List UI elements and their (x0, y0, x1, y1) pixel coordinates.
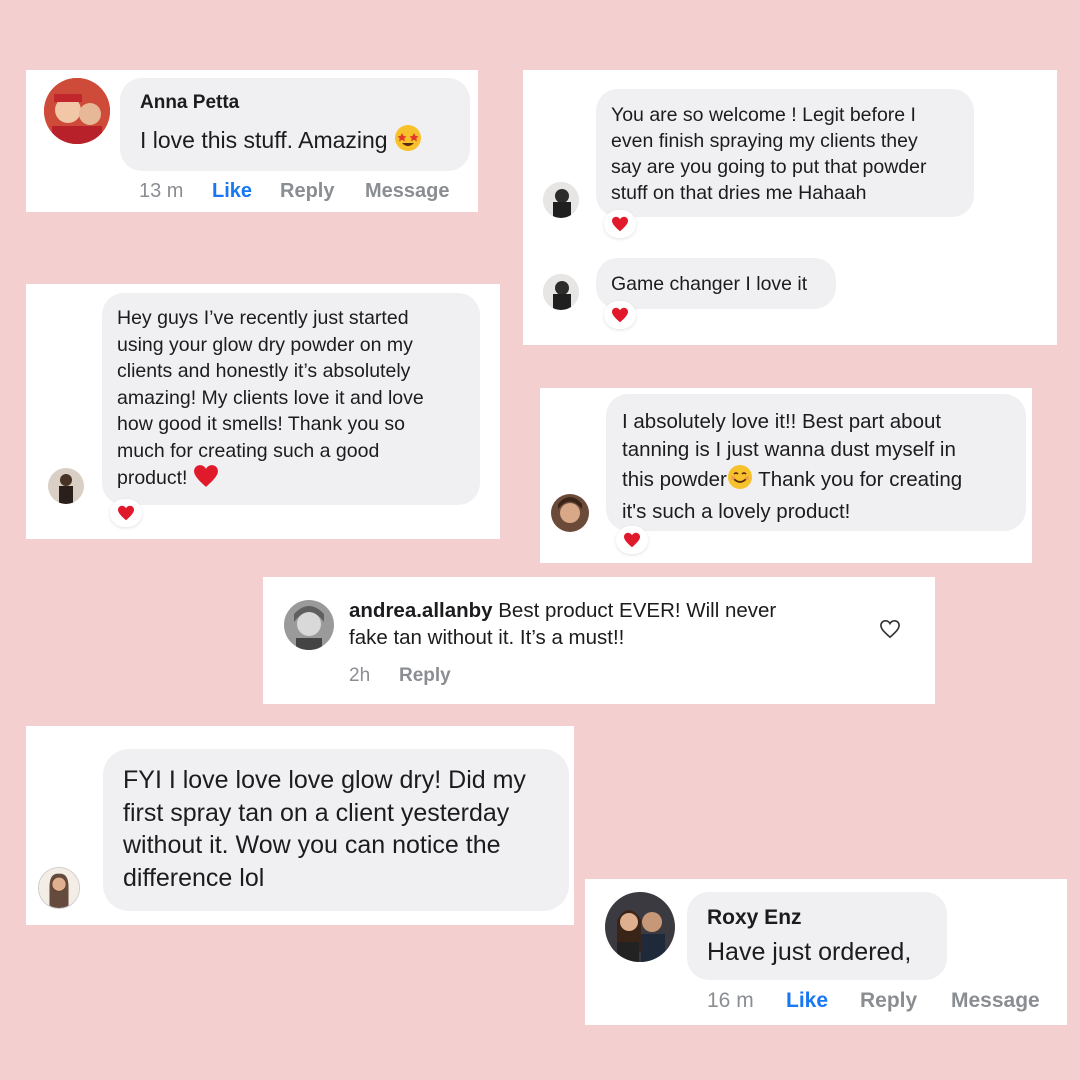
comment-text: You are so welcome ! Legit before I even… (611, 104, 927, 204)
avatar[interactable] (543, 182, 579, 218)
reply-button[interactable]: Reply (399, 665, 451, 687)
commenter-name[interactable]: Anna Petta (140, 92, 450, 114)
comment-bubble: FYI I love love love glow dry! Did my fi… (103, 749, 569, 911)
comment-text: andrea.allanby Best product EVER! Will n… (349, 599, 777, 649)
heart-outline-icon[interactable] (879, 619, 901, 639)
commenter-name[interactable]: Roxy Enz (707, 906, 927, 930)
timestamp: 13 m (139, 180, 184, 202)
timestamp: 2h (349, 665, 371, 686)
comment-card-andrea: andrea.allanby Best product EVER! Will n… (263, 577, 935, 704)
message-button[interactable]: Message (951, 989, 1040, 1013)
comment-bubble: Hey guys I’ve recently just started usin… (102, 293, 480, 505)
star-struck-emoji-icon (394, 124, 422, 158)
avatar[interactable] (284, 600, 334, 650)
comment-bubble: I absolutely love it!! Best part about t… (606, 394, 1026, 531)
red-heart-icon (624, 532, 640, 548)
reply-button[interactable]: Reply (280, 180, 365, 203)
red-heart-icon (118, 505, 134, 521)
reaction-badge[interactable] (110, 499, 142, 527)
comment-text: I love this stuff. Amazing (140, 124, 450, 158)
commenter-username[interactable]: andrea.allanby (349, 599, 493, 622)
comment-text: FYI I love love love glow dry! Did my fi… (123, 766, 526, 892)
comment-card-heyguys: Hey guys I’ve recently just started usin… (26, 284, 500, 539)
reaction-badge[interactable] (616, 526, 648, 554)
comment-text: Game changer I love it (611, 273, 808, 295)
comment-card-absolutely: I absolutely love it!! Best part about t… (540, 388, 1032, 563)
reply-button[interactable]: Reply (860, 989, 951, 1013)
avatar[interactable] (38, 867, 80, 909)
comment-card-anna: Anna Petta I love this stuff. Amazing 13… (26, 70, 478, 212)
comment-text: I absolutely love it!! Best part about t… (622, 410, 963, 523)
comment-card-roxy: Roxy Enz Have just ordered, 16 m Like Re… (585, 879, 1067, 1025)
comment-card-fyi: FYI I love love love glow dry! Did my fi… (26, 726, 574, 925)
like-button[interactable]: Like (212, 180, 280, 203)
comment-bubble: Anna Petta I love this stuff. Amazing (120, 78, 470, 171)
like-button[interactable]: Like (786, 989, 860, 1013)
avatar[interactable] (605, 892, 675, 962)
avatar[interactable] (551, 494, 589, 532)
timestamp: 16 m (707, 989, 754, 1012)
reaction-badge[interactable] (604, 301, 636, 329)
comment-actions: 16 m Like Reply Message (707, 989, 1040, 1013)
smiling-face-emoji-icon (727, 464, 753, 498)
avatar[interactable] (44, 78, 110, 144)
message-button[interactable]: Message (365, 180, 450, 203)
comment-bubble: Roxy Enz Have just ordered, (687, 892, 947, 980)
comment-text: Have just ordered, (707, 938, 912, 966)
comment-actions: 13 m Like Reply Message (139, 180, 450, 203)
comment-text: Hey guys I’ve recently just started usin… (117, 305, 465, 496)
avatar[interactable] (543, 274, 579, 310)
comment-bubble: Game changer I love it (596, 258, 836, 309)
red-heart-icon (612, 216, 628, 232)
comment-actions: 2h Reply (349, 665, 451, 687)
avatar[interactable] (48, 468, 84, 504)
reaction-badge[interactable] (604, 210, 636, 238)
red-heart-icon (612, 307, 628, 323)
comment-card-welcome: You are so welcome ! Legit before I even… (523, 70, 1057, 345)
red-heart-emoji-icon (193, 464, 219, 496)
comment-bubble: You are so welcome ! Legit before I even… (596, 89, 974, 217)
